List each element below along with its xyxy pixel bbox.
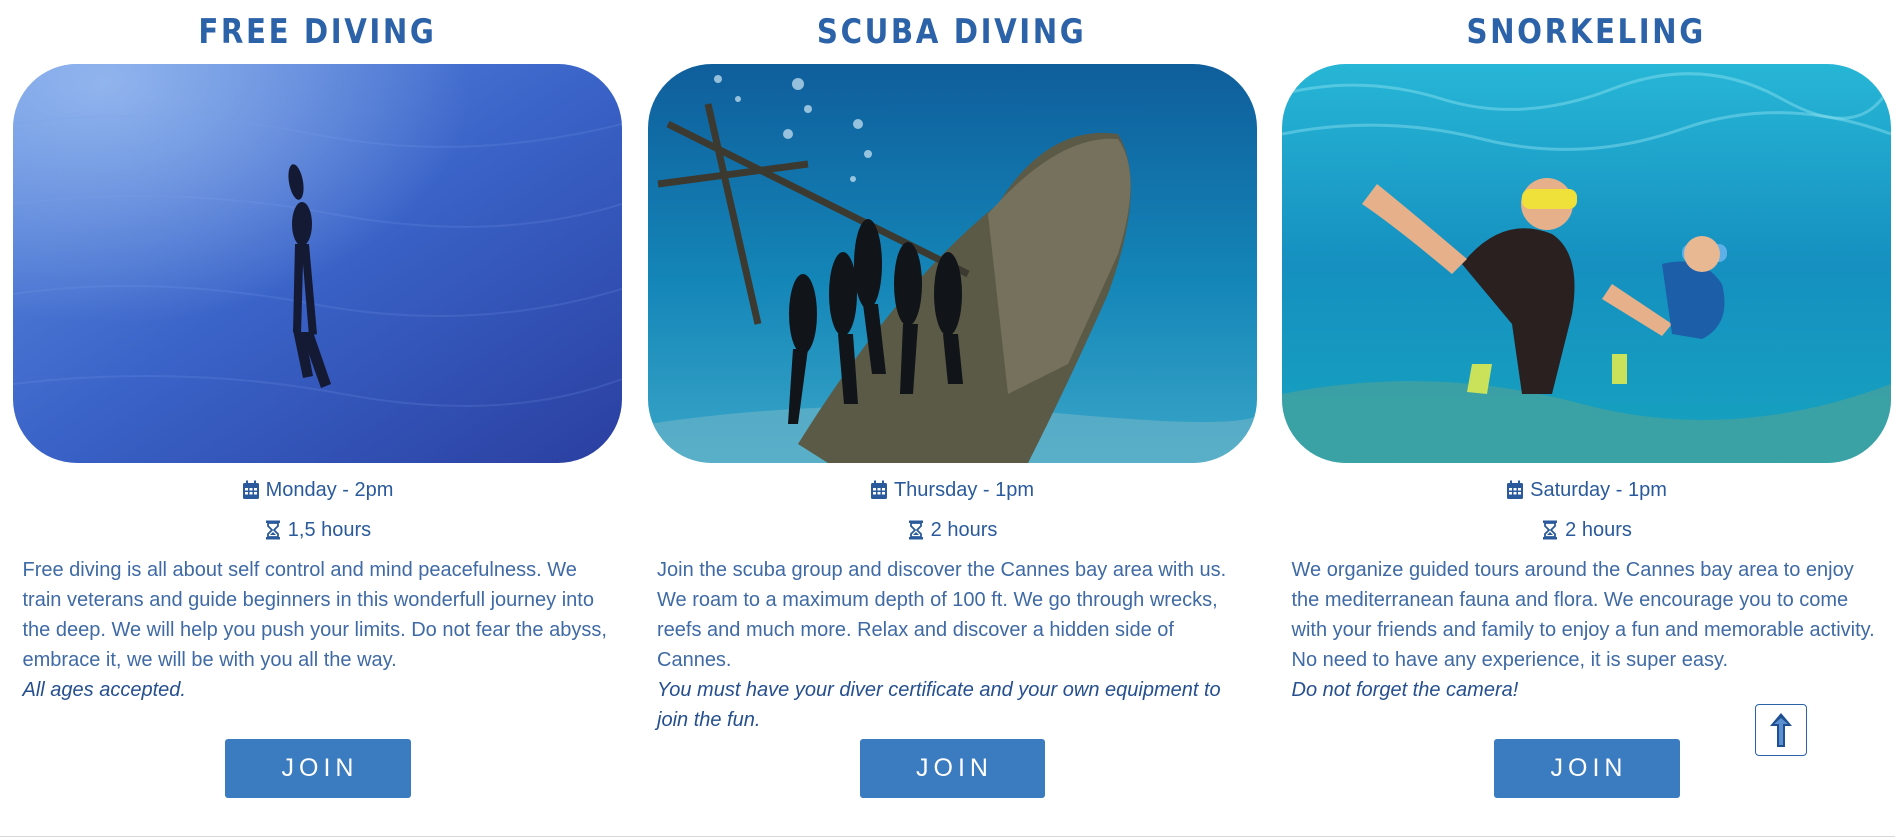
card-description: Free diving is all about self control an… <box>23 555 613 705</box>
schedule-text: Saturday - 1pm <box>1530 478 1667 501</box>
description-note: You must have your diver certificate and… <box>657 679 1221 731</box>
join-button-scuba-diving[interactable]: JOIN <box>859 739 1045 798</box>
join-button-free-diving[interactable]: JOIN <box>224 739 411 798</box>
card-description: Join the scuba group and discover the Ca… <box>657 555 1247 731</box>
calendar-icon <box>870 480 888 500</box>
card-description: We organize guided tours around the Cann… <box>1292 555 1882 705</box>
scroll-to-top-button[interactable] <box>1755 704 1807 756</box>
description-text: Join the scuba group and discover the Ca… <box>657 559 1227 671</box>
activity-card-scuba-diving: SCUBA DIVING Thursday - 1pm 2 hours Join… <box>647 0 1257 837</box>
hourglass-icon <box>1541 520 1559 540</box>
description-text: Free diving is all about self control an… <box>22 559 607 671</box>
free-diving-image <box>13 64 622 463</box>
card-title: FREE DIVING <box>198 12 437 52</box>
activity-card-free-diving: FREE DIVING Monday - 2pm 1,5 hours Free … <box>13 0 622 837</box>
schedule: Thursday - 1pm <box>870 470 1034 510</box>
duration: 2 hours <box>907 510 998 550</box>
snorkeling-image <box>1282 64 1891 463</box>
duration: 1,5 hours <box>264 510 371 550</box>
section-divider <box>0 836 1895 837</box>
description-note: Do not forget the camera! <box>1291 679 1519 701</box>
schedule-text: Monday - 2pm <box>265 478 394 501</box>
schedule: Saturday - 1pm <box>1506 470 1667 510</box>
description-text: We organize guided tours around the Cann… <box>1291 559 1875 671</box>
description-note: All ages accepted. <box>22 679 186 701</box>
activities-section: FREE DIVING Monday - 2pm 1,5 hours Free … <box>0 0 1895 837</box>
duration-text: 2 hours <box>1565 518 1632 541</box>
hourglass-icon <box>907 520 925 540</box>
arrow-up-icon <box>1768 711 1794 749</box>
duration-text: 2 hours <box>930 518 998 541</box>
card-title: SCUBA DIVING <box>817 12 1087 52</box>
schedule-text: Thursday - 1pm <box>893 478 1035 501</box>
duration-text: 1,5 hours <box>287 518 372 541</box>
duration: 2 hours <box>1541 510 1632 550</box>
schedule: Monday - 2pm <box>242 470 394 510</box>
hourglass-icon <box>264 520 282 540</box>
join-button-snorkeling[interactable]: JOIN <box>1493 739 1680 798</box>
scuba-diving-image <box>647 64 1257 463</box>
calendar-icon <box>242 480 260 500</box>
calendar-icon <box>1506 480 1524 500</box>
card-title: SNORKELING <box>1466 12 1707 52</box>
